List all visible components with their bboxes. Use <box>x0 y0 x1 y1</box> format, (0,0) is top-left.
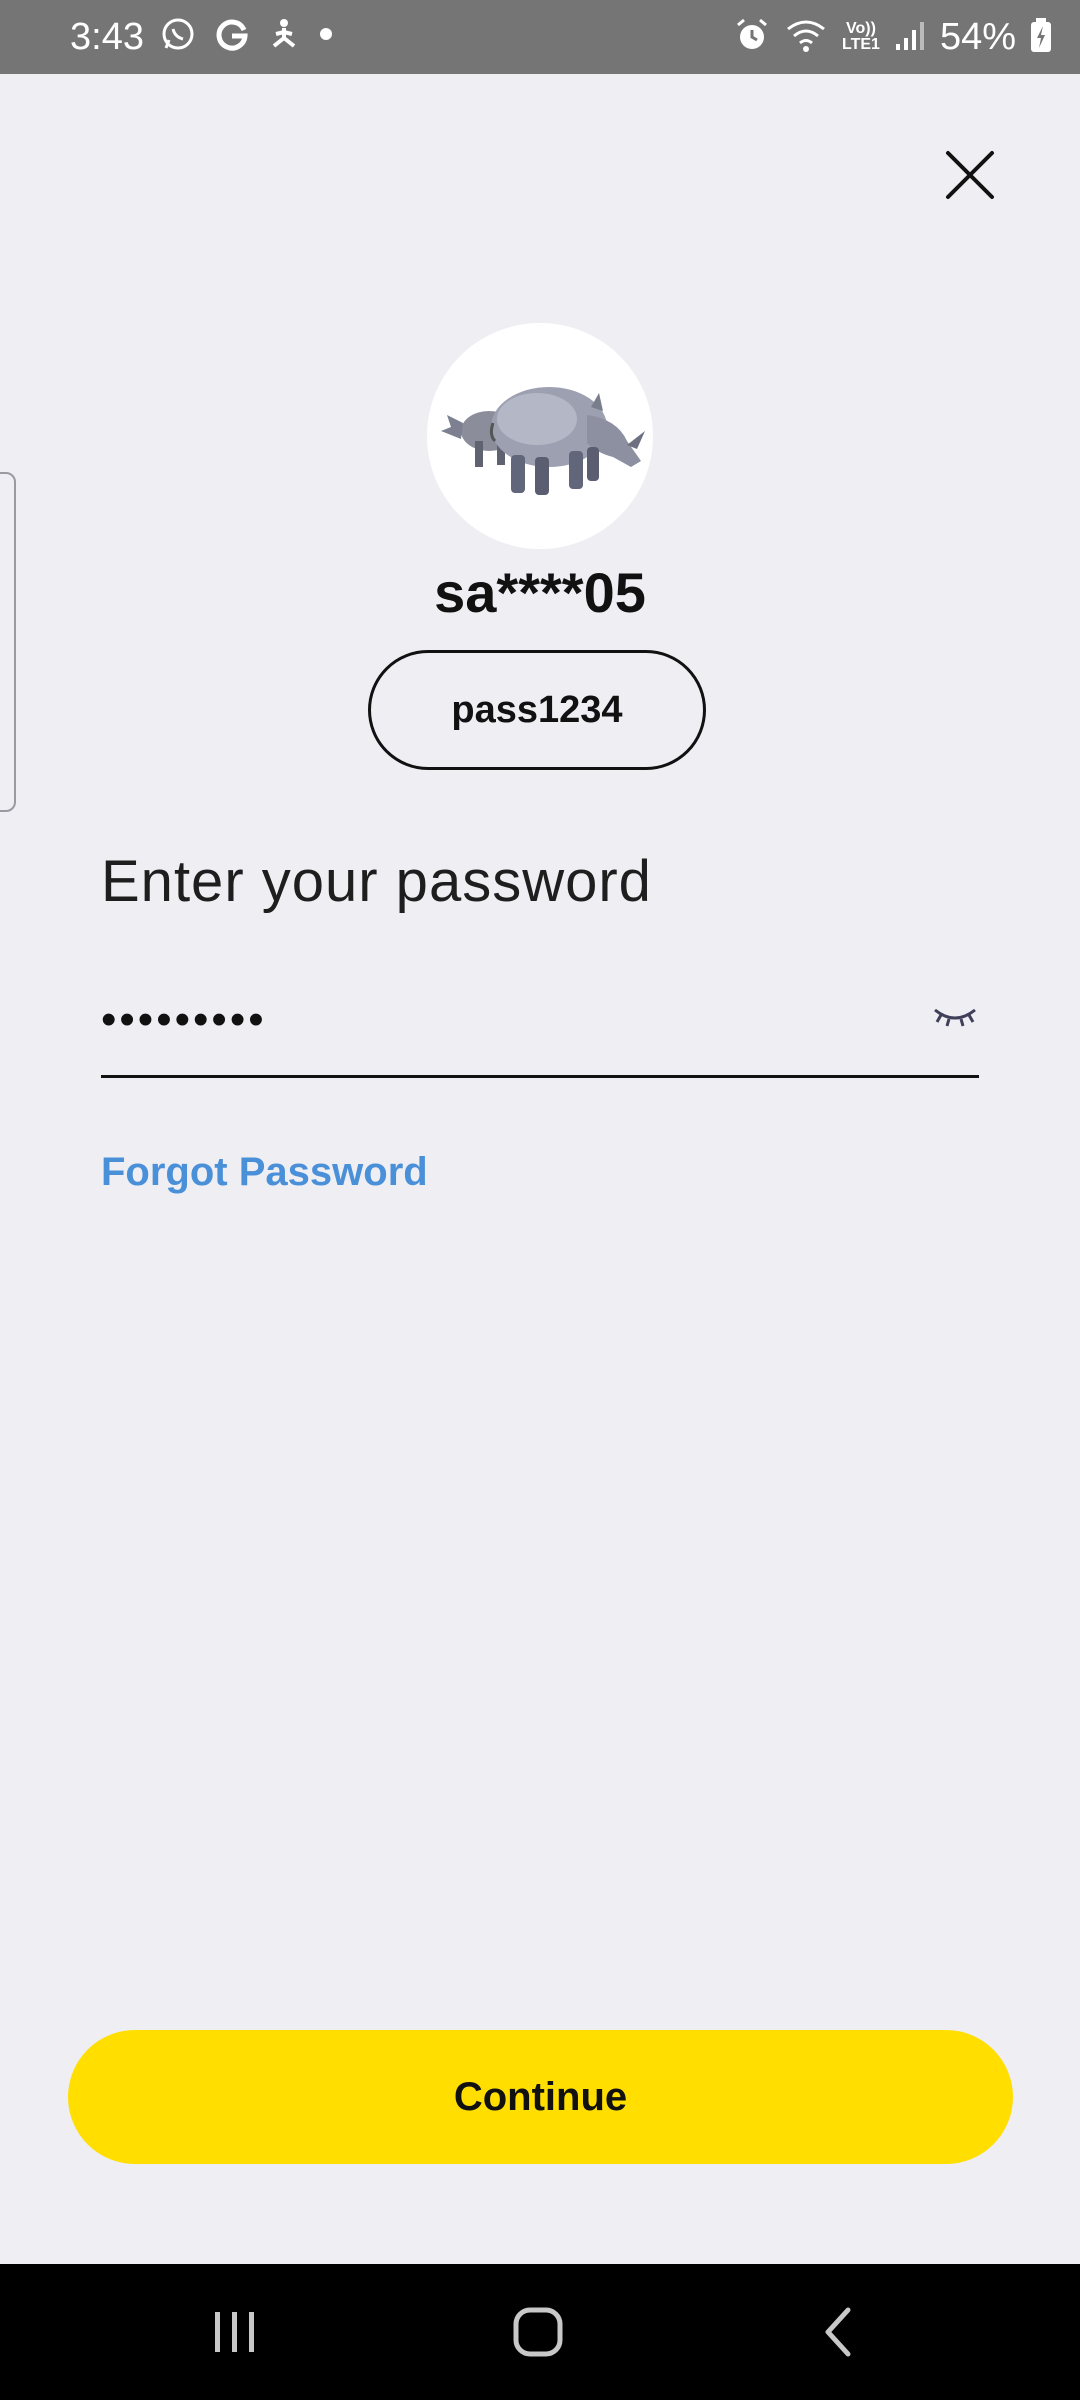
yoga-icon <box>268 16 300 57</box>
recents-icon <box>215 2312 254 2352</box>
rhino-avatar <box>441 387 645 495</box>
home-icon <box>513 2307 563 2357</box>
password-input[interactable]: ••••••••• <box>101 992 267 1048</box>
back-button[interactable] <box>740 2264 940 2400</box>
back-icon <box>825 2307 851 2357</box>
wifi-icon <box>784 17 828 58</box>
volte-label: Vo)) <box>846 20 876 37</box>
google-icon <box>214 16 250 57</box>
dot-icon <box>318 26 334 47</box>
avatar <box>427 323 653 549</box>
battery-percent: 54% <box>939 16 1016 58</box>
battery-icon <box>1030 17 1052 58</box>
status-time: 3:43 <box>70 16 144 58</box>
network-label: LTE1 <box>842 36 880 53</box>
edge-panel-handle[interactable] <box>0 472 16 812</box>
home-button[interactable] <box>438 2264 638 2400</box>
close-button[interactable] <box>940 145 1000 205</box>
whatsapp-icon <box>160 16 196 57</box>
eye-closed-icon <box>934 1008 976 1027</box>
forgot-password-link[interactable]: Forgot Password <box>101 1144 428 1200</box>
password-visibility-toggle[interactable] <box>931 992 979 1040</box>
close-icon <box>946 151 994 199</box>
status-bar: 3:43 Vo)) LTE1 54% <box>0 0 1080 74</box>
recents-button[interactable] <box>135 2264 335 2400</box>
volte-indicator: Vo)) LTE1 <box>842 21 880 53</box>
password-field[interactable]: ••••••••• <box>101 968 979 1078</box>
username: sa****05 <box>434 561 646 624</box>
signal-icon <box>894 18 926 57</box>
continue-button[interactable]: Continue <box>68 2030 1013 2164</box>
status-system-icons: Vo)) LTE1 54% <box>734 14 1052 60</box>
alarm-icon <box>734 17 770 58</box>
account-pill-button[interactable]: pass1234 <box>368 650 706 770</box>
password-label: Enter your password <box>101 849 652 914</box>
navigation-bar <box>0 2264 1080 2400</box>
status-notification-icons <box>160 16 334 57</box>
